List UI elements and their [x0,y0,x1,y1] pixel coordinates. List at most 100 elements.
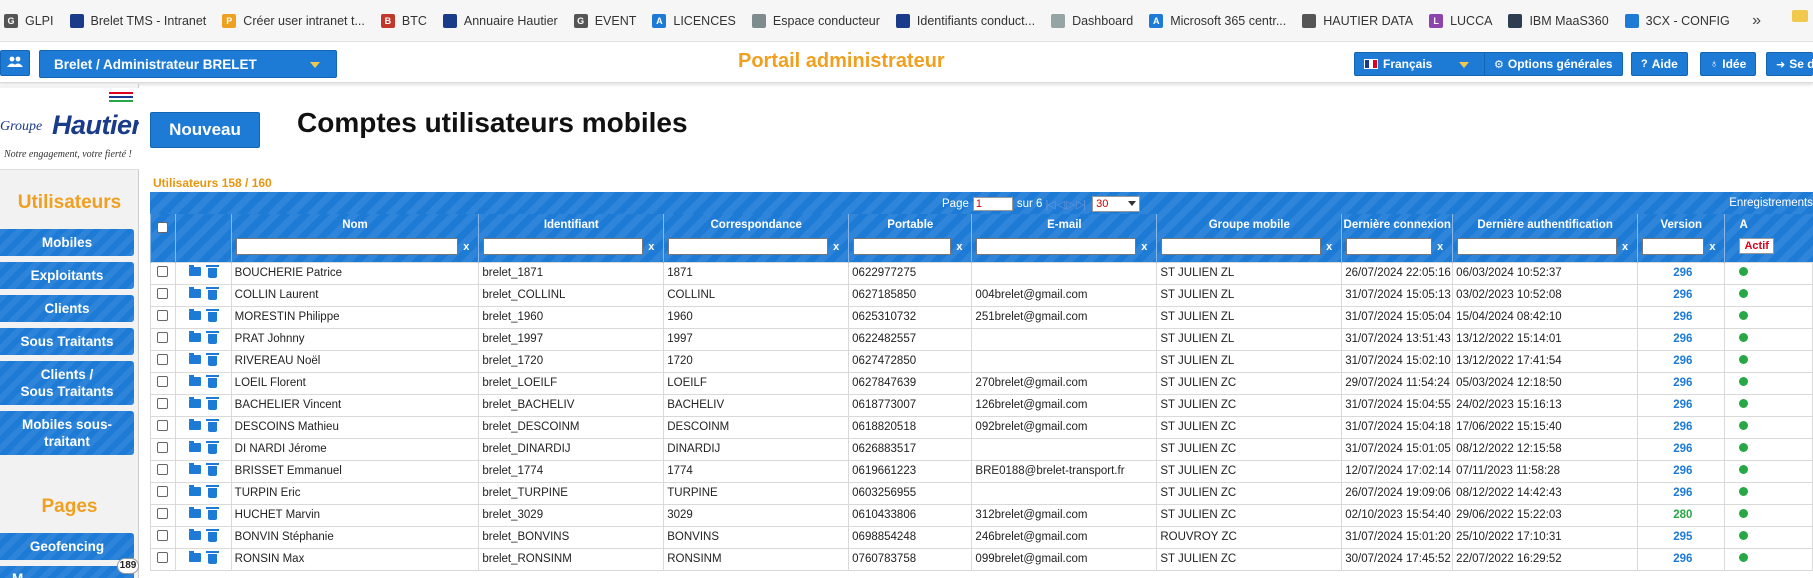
table-row[interactable]: MORESTIN Philippe brelet_1960 1960 06253107… [150,305,1813,329]
bookmark-item[interactable]: L LUCCA [1429,13,1492,28]
table-row[interactable]: BACHELIER Vincent brelet_BACHELIV BACHELIV… [150,393,1813,417]
open-folder-icon[interactable] [189,551,202,562]
trash-icon[interactable] [206,331,220,344]
open-folder-icon[interactable] [189,375,202,386]
sidebar-item-mobiles[interactable]: Mobiles [0,229,134,256]
table-row[interactable]: DESCOINS Mathieu brelet_DESCOINM DESCOINM 0… [150,415,1813,439]
new-user-button[interactable]: Nouveau [150,112,260,148]
clear-icon[interactable]: x [458,241,474,253]
version-filter-input[interactable] [1642,238,1705,255]
status-filter-select[interactable]: Actif [1739,238,1774,254]
open-folder-icon[interactable] [189,529,202,540]
col-email[interactable]: E-mail x [971,214,1157,262]
col-derniere-connexion[interactable]: Dernière connexion x [1341,214,1453,262]
bookmark-item[interactable]: HAUTIER DATA [1302,13,1413,28]
bookmark-item[interactable]: Annuaire Hautier [442,13,558,28]
open-folder-icon[interactable] [189,353,202,364]
open-folder-icon[interactable] [189,265,202,276]
clear-icon[interactable]: x [951,241,967,253]
sidebar-item-clients[interactable]: Clients [0,295,134,322]
bookmark-item[interactable]: A Microsoft 365 centr... [1149,13,1286,28]
trash-icon[interactable] [206,375,220,388]
groupe-filter-input[interactable] [1161,238,1322,255]
sidebar-item-m[interactable]: M [0,566,134,578]
clear-icon[interactable]: x [828,241,844,253]
clear-icon[interactable]: x [1321,241,1337,253]
trash-icon[interactable] [206,419,220,432]
select-all-checkbox[interactable] [157,222,169,233]
table-row[interactable]: RONSIN Max brelet_RONSINM RONSINM 076078375… [150,547,1813,571]
sidebar-item-exploitants[interactable]: Exploitants [0,262,134,289]
page-input[interactable]: 1 [972,197,1013,211]
clear-icon[interactable]: x [1136,241,1152,253]
bookmark-item[interactable]: IBM MaaS360 [1508,13,1609,28]
authentification-filter-input[interactable] [1457,238,1618,255]
trash-icon[interactable] [206,353,220,366]
bookmark-item[interactable]: 3CX - CONFIG [1624,13,1730,28]
clear-icon[interactable]: x [1617,241,1633,253]
open-folder-icon[interactable] [189,507,202,518]
row-checkbox[interactable] [157,332,169,343]
trash-icon[interactable] [206,485,220,498]
bookmark-item[interactable]: Dashboard [1051,13,1133,28]
open-folder-icon[interactable] [189,331,202,342]
bookmark-item[interactable]: G EVENT [573,13,636,28]
row-checkbox[interactable] [157,266,169,277]
col-portable[interactable]: Portable x [848,214,972,262]
row-checkbox[interactable] [157,508,169,519]
correspondance-filter-input[interactable] [668,238,829,255]
trash-icon[interactable] [206,287,220,300]
table-row[interactable]: PRAT Johnny brelet_1997 1997 0622482557 ST J… [150,327,1813,351]
sidebar-item-clients-sous-traitants[interactable]: Clients / Sous Traitants [0,361,134,405]
row-checkbox[interactable] [157,420,169,431]
language-select[interactable]: Français [1354,52,1490,76]
col-derniere-authentification[interactable]: Dernière authentification x [1452,214,1638,262]
table-row[interactable]: BRISSET Emmanuel brelet_1774 1774 061966122… [150,459,1813,483]
pager-nav-arrows[interactable]: |◁ ◁ ▷ ▷| [1045,198,1086,211]
row-checkbox[interactable] [157,552,169,563]
sidebar-item-geofencing[interactable]: Geofencing [0,533,134,560]
table-row[interactable]: TURPIN Eric brelet_TURPINE TURPINE 06032569… [150,481,1813,505]
table-row[interactable]: BONVIN Stéphanie brelet_BONVINS BONVINS 069… [150,525,1813,549]
row-checkbox[interactable] [157,530,169,541]
users-menu-button[interactable] [0,50,30,76]
bookmarks-folder[interactable] [1792,10,1813,22]
col-correspondance[interactable]: Correspondance x [663,214,849,262]
row-checkbox[interactable] [157,288,169,299]
row-checkbox[interactable] [157,464,169,475]
bookmark-item[interactable]: Identifiants conduct... [895,13,1035,28]
open-folder-icon[interactable] [189,419,202,430]
trash-icon[interactable] [206,507,220,520]
table-row[interactable]: HUCHET Marvin brelet_3029 3029 0610433806 31… [150,503,1813,527]
trash-icon[interactable] [206,309,220,322]
sidebar-item-mobiles-sous-traitant[interactable]: Mobiles sous- traitant [0,411,134,455]
row-checkbox[interactable] [157,442,169,453]
account-select[interactable]: Brelet / Administrateur BRELET [39,50,337,78]
sidebar-item-sous-traitants[interactable]: Sous Traitants [0,328,134,355]
bookmark-item[interactable]: A LICENCES [652,13,736,28]
trash-icon[interactable] [206,463,220,476]
open-folder-icon[interactable] [189,485,202,496]
trash-icon[interactable] [206,551,220,564]
connexion-filter-input[interactable] [1346,238,1433,255]
row-checkbox[interactable] [157,486,169,497]
trash-icon[interactable] [206,441,220,454]
help-button[interactable]: ? Aide [1631,52,1688,76]
row-checkbox[interactable] [157,398,169,409]
idea-button[interactable]: ♁ Idée [1700,52,1757,76]
bookmark-item[interactable]: Brelet TMS - Intranet [69,13,206,28]
open-folder-icon[interactable] [189,441,202,452]
bookmark-item[interactable]: Espace conducteur [751,13,880,28]
col-version[interactable]: Version x [1637,214,1725,262]
per-page-select[interactable]: 30 [1092,196,1141,212]
trash-icon[interactable] [206,397,220,410]
portable-filter-input[interactable] [853,238,952,255]
col-identifiant[interactable]: Identifiant x [478,214,664,262]
table-row[interactable]: LOEIL Florent brelet_LOEILF LOEILF 06278476… [150,371,1813,395]
open-folder-icon[interactable] [189,309,202,320]
table-row[interactable]: DI NARDI Jérome brelet_DINARDIJ DINARDIJ 06… [150,437,1813,461]
bookmark-item[interactable]: B BTC [380,13,427,28]
trash-icon[interactable] [206,529,220,542]
email-filter-input[interactable] [976,238,1137,255]
trash-icon[interactable] [206,265,220,278]
